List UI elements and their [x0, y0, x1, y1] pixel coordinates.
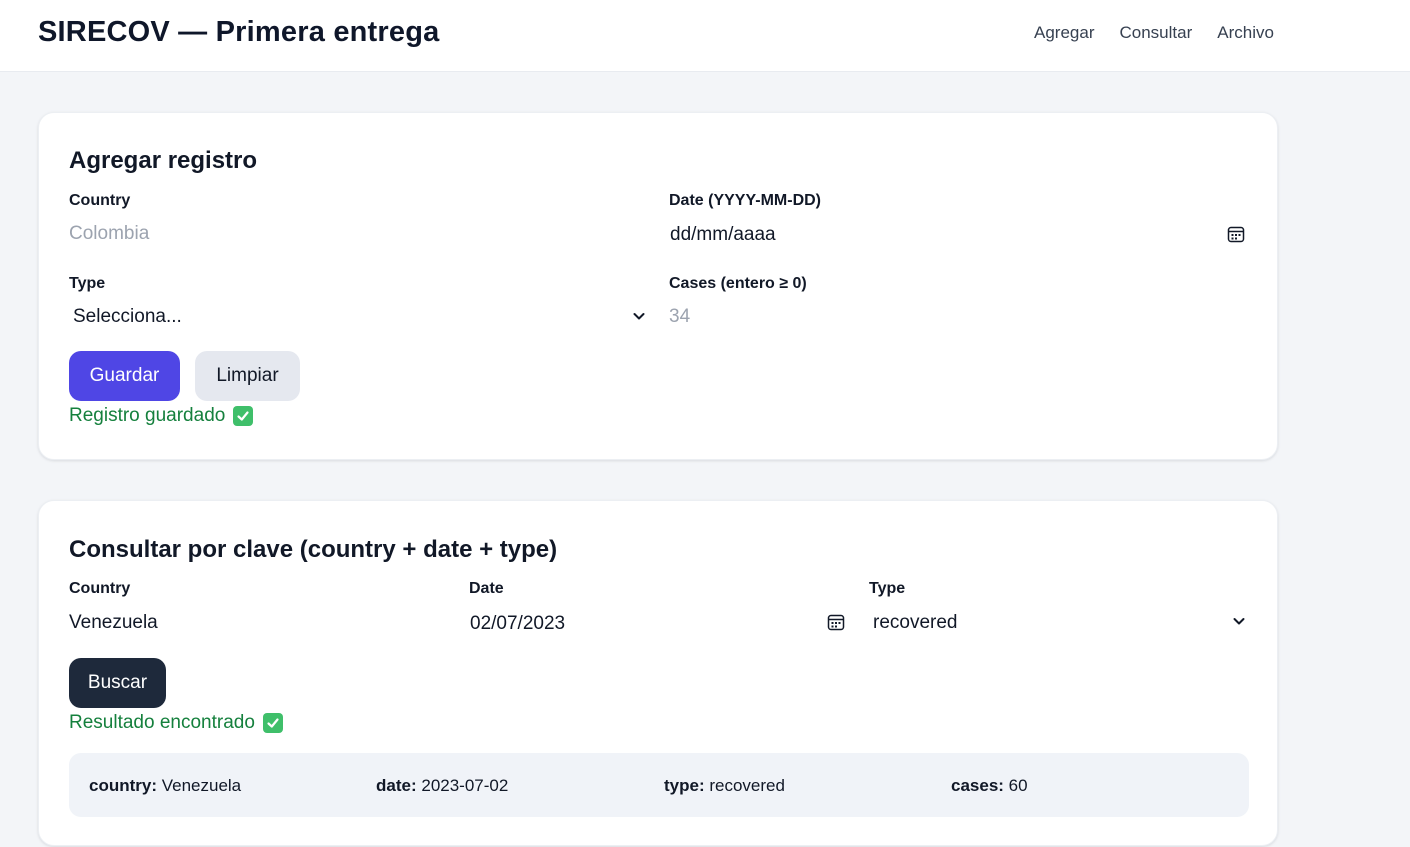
result-type-key: type:	[664, 776, 705, 795]
top-bar: SIRECOV — Primera entrega Agregar Consul…	[0, 0, 1410, 72]
result-date: date: 2023-07-02	[376, 776, 508, 796]
save-button[interactable]: Guardar	[69, 351, 180, 401]
query-type-label: Type	[869, 580, 906, 597]
cases-input[interactable]	[669, 300, 1249, 334]
country-input[interactable]	[69, 217, 649, 251]
nav-link-consultar[interactable]: Consultar	[1119, 23, 1192, 43]
query-card: Consultar por clave (country + date + ty…	[38, 500, 1278, 846]
save-status-text: Registro guardado	[69, 405, 226, 426]
add-record-card: Agregar registro Country Date (YYYY-MM-D…	[38, 112, 1278, 460]
result-date-key: date:	[376, 776, 417, 795]
result-cases: cases: 60	[951, 776, 1028, 796]
result-date-value: 2023-07-02	[421, 776, 509, 795]
check-mark-icon	[233, 406, 254, 426]
nav-link-agregar[interactable]: Agregar	[1034, 23, 1094, 43]
query-date-input[interactable]: 02/07/2023	[470, 613, 565, 635]
result-type: type: recovered	[664, 776, 785, 796]
country-label: Country	[69, 192, 131, 209]
search-status-text: Resultado encontrado	[69, 712, 255, 733]
calendar-icon[interactable]	[827, 613, 845, 631]
search-button[interactable]: Buscar	[69, 658, 166, 708]
clear-button[interactable]: Limpiar	[195, 351, 300, 401]
result-type-value: recovered	[709, 776, 785, 795]
check-mark-icon	[262, 713, 283, 733]
result-cases-value: 60	[1008, 776, 1028, 795]
query-country-input[interactable]: Venezuela	[69, 612, 158, 634]
query-type-select[interactable]: recovered	[873, 612, 958, 634]
type-select[interactable]: Selecciona...	[73, 306, 182, 328]
result-country: country: Venezuela	[89, 776, 241, 796]
calendar-icon[interactable]	[1227, 225, 1245, 243]
cases-label: Cases (entero ≥ 0)	[669, 275, 807, 292]
result-panel: country: Venezuela date: 2023-07-02 type…	[69, 753, 1249, 817]
result-cases-key: cases:	[951, 776, 1004, 795]
date-input[interactable]: dd/mm/aaaa	[670, 224, 776, 246]
type-label: Type	[69, 275, 106, 292]
query-title: Consultar por clave (country + date + ty…	[69, 536, 558, 563]
query-date-label: Date	[469, 580, 504, 597]
date-label: Date (YYYY-MM-DD)	[669, 192, 822, 209]
main-nav: Agregar Consultar Archivo	[1034, 23, 1274, 43]
chevron-down-icon[interactable]	[632, 309, 646, 323]
chevron-down-icon[interactable]	[1232, 614, 1246, 628]
add-record-title: Agregar registro	[69, 147, 258, 174]
save-status: Registro guardado	[69, 405, 254, 427]
result-country-value: Venezuela	[161, 776, 242, 795]
search-status: Resultado encontrado	[69, 712, 283, 734]
result-country-key: country:	[89, 776, 157, 795]
app-title: SIRECOV — Primera entrega	[38, 16, 440, 48]
nav-link-archivo[interactable]: Archivo	[1217, 23, 1274, 43]
query-country-label: Country	[69, 580, 131, 597]
